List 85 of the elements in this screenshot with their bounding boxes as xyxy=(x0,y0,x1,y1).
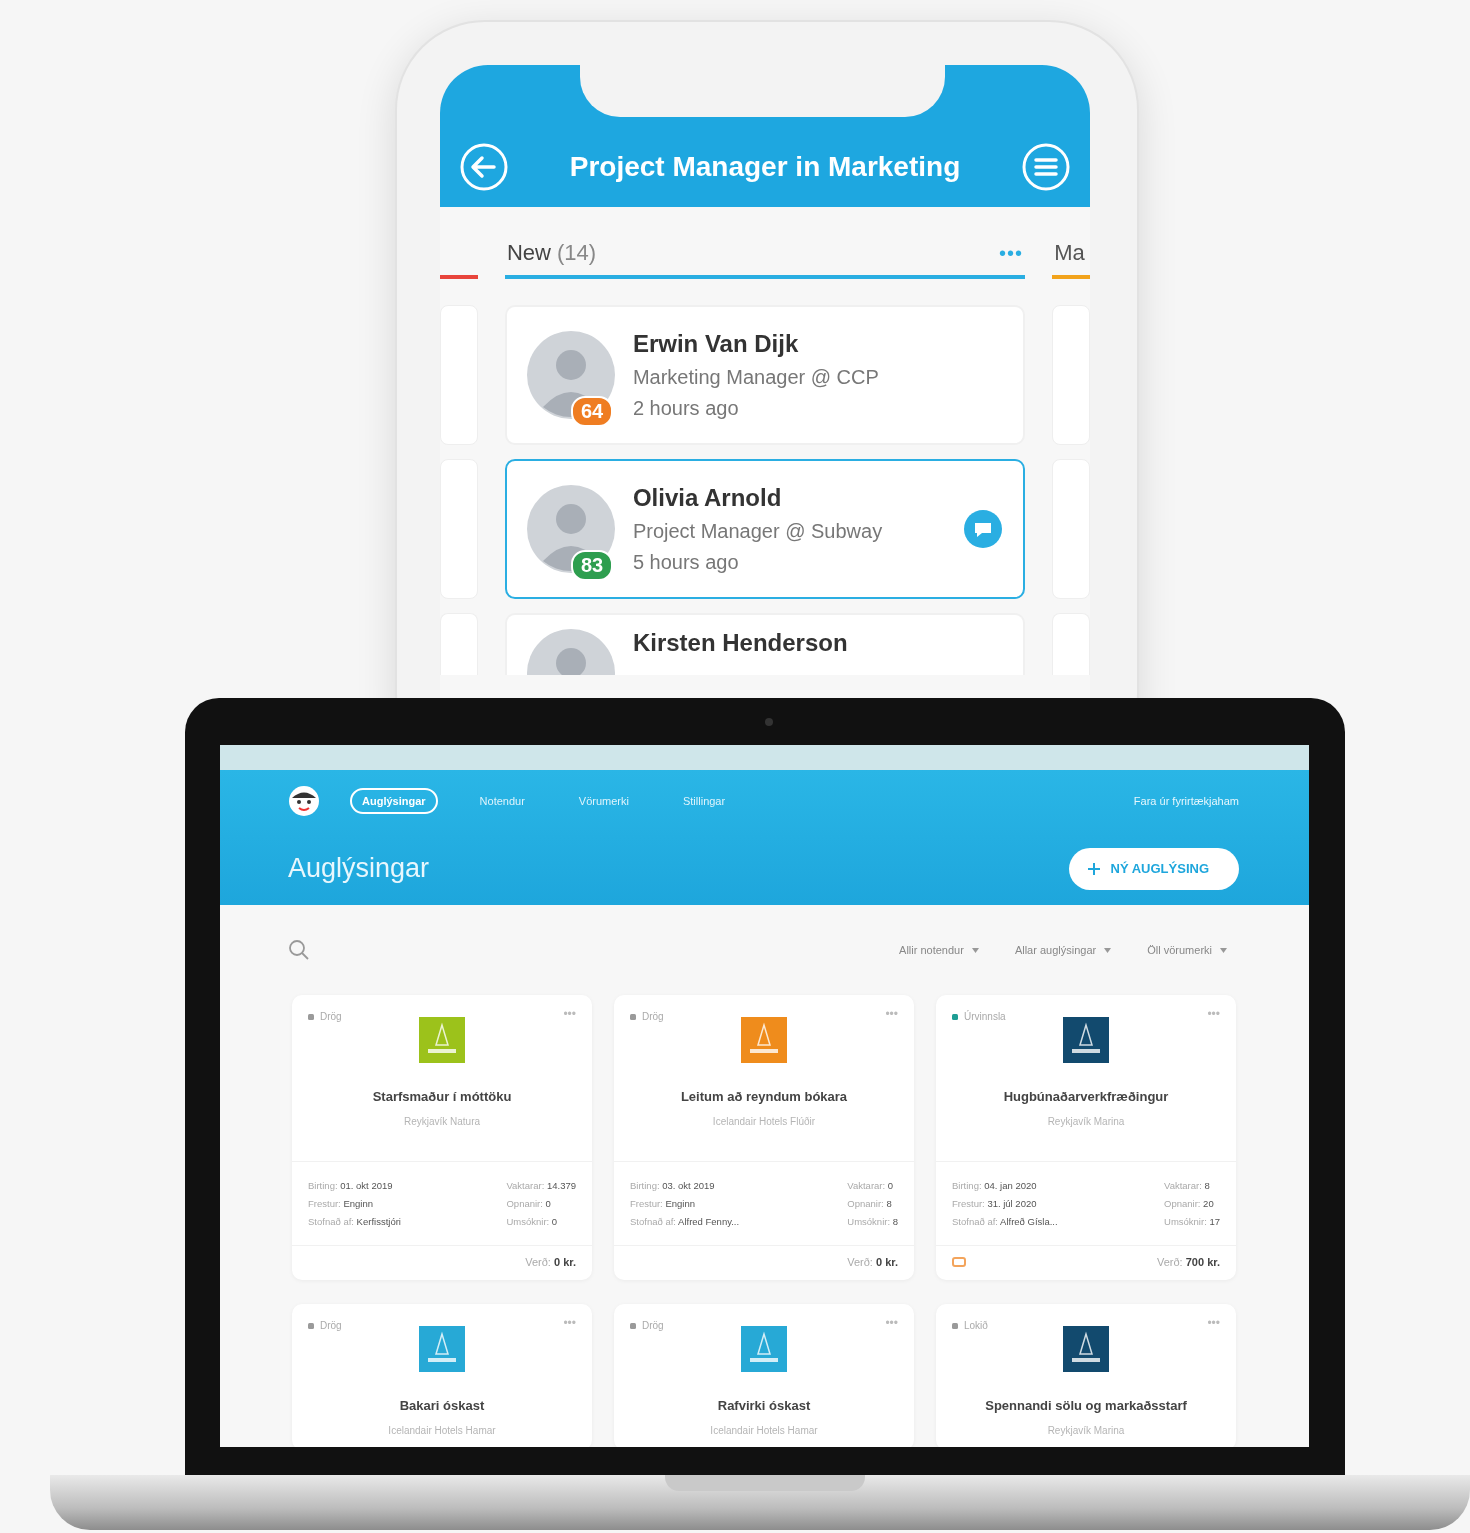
company-name: Reykjavík Marina xyxy=(1047,1116,1125,1127)
page-title: Auglýsingar xyxy=(288,853,430,885)
ad-title: Leitum að reyndum bókara xyxy=(680,1089,848,1104)
status-label: Drög xyxy=(642,1011,664,1022)
caret-icon xyxy=(1104,947,1112,953)
logo-icon[interactable] xyxy=(288,785,320,818)
more-menu[interactable]: ••• xyxy=(1207,1007,1220,1021)
exit-link[interactable]: Fara úr fyrirtækjaham xyxy=(1133,795,1239,808)
filter-dropdown[interactable]: Allar auglýsingar xyxy=(1014,944,1112,956)
time-ago: 2 hours ago xyxy=(632,397,740,420)
candidate-card[interactable]: 64 Erwin Van Dijk Marketing Manager @ CCP 2 hours ago xyxy=(504,305,1026,445)
more-menu[interactable]: ••• xyxy=(563,1316,576,1330)
stat-text: Umsóknir: 17 xyxy=(1164,1216,1220,1227)
ad-card[interactable]: Drög ••• Leitum að reyndum bókara Icelandair Hotels Flúðir Birting: 03. okt 2019 Frestur: Enginn Stofnað af: Alfred Fenny... Vaktarar: 0 Opnanir: 8 Umsóknir: 8 Verð: 0 kr. xyxy=(614,995,914,1280)
company-name: Reykjavík Marina xyxy=(1047,1425,1125,1436)
price-text: Verð: 0 kr. xyxy=(525,1256,576,1268)
more-menu[interactable]: ••• xyxy=(563,1007,576,1021)
stat-text: Opnanir: 20 xyxy=(1164,1198,1215,1209)
candidate-name: Erwin Van Dijk xyxy=(632,330,800,358)
company-name: Icelandair Hotels Hamar xyxy=(388,1425,496,1436)
status-label: Lokið xyxy=(964,1320,988,1331)
more-menu[interactable]: ••• xyxy=(885,1316,898,1330)
more-menu[interactable]: ••• xyxy=(885,1007,898,1021)
stat-text: Umsóknir: 0 xyxy=(506,1216,559,1227)
nav-tab[interactable]: Auglýsingar xyxy=(350,788,438,815)
stat-text: Vaktarar: 0 xyxy=(847,1180,895,1191)
ad-card[interactable]: Drög ••• Starfsmaður í móttöku Reykjavík Natura Birting: 01. okt 2019 Frestur: Enginn Stofnað af: Kerfisstjóri Vaktarar: 14.379 Opnanir: 0 Umsóknir: 0 Verð: 0 kr. xyxy=(292,995,592,1280)
candidate-name: Kirsten Henderson xyxy=(632,629,849,657)
candidate-role: Project Manager @ Subway xyxy=(632,520,884,543)
search-icon[interactable] xyxy=(288,939,310,961)
caret-icon xyxy=(1220,947,1227,953)
ad-title: Starfsmaður í móttöku xyxy=(372,1089,512,1104)
price-text: Verð: 700 kr. xyxy=(1157,1256,1220,1268)
status-label: Úrvinnsla xyxy=(964,1011,1006,1022)
candidate-card[interactable]: 83 Olivia Arnold Project Manager @ Subway 5 hours ago xyxy=(504,459,1026,599)
screen-title: Project Manager in Marketing xyxy=(569,151,961,183)
detail-text: Stofnað af: Alfreð Gísla... xyxy=(952,1216,1058,1227)
detail-text: Birting: 04. jan 2020 xyxy=(952,1180,1038,1191)
filter-dropdown[interactable]: Allir notendur xyxy=(899,944,979,956)
camera-dot xyxy=(765,718,773,726)
plus-icon xyxy=(1086,861,1101,876)
status-label: Drög xyxy=(320,1320,342,1331)
nav-tab[interactable]: Notendur xyxy=(467,788,537,815)
detail-text: Frestur: Enginn xyxy=(630,1198,696,1209)
column-tab[interactable]: New (14) ••• xyxy=(504,231,1026,279)
candidate-role: Marketing Manager @ CCP xyxy=(632,366,880,389)
ad-card[interactable]: Úrvinnsla ••• Hugbúnaðarverkfræðingur Reykjavík Marina Birting: 04. jan 2020 Frestur: 31. júl 2020 Stofnað af: Alfreð Gísla... Vaktarar: 8 Opnanir: 20 Umsóknir: 17 Verð: 700 kr. xyxy=(936,995,1236,1280)
detail-text: Stofnað af: Kerfisstjóri xyxy=(308,1216,401,1227)
detail-text: Stofnað af: Alfred Fenny... xyxy=(630,1216,740,1227)
column-tab[interactable]: Ma xyxy=(1052,231,1090,279)
detail-text: Birting: 03. okt 2019 xyxy=(630,1180,716,1191)
ad-title: Hugbúnaðarverkfræðingur xyxy=(1003,1089,1169,1104)
score-badge: 64 xyxy=(570,396,614,427)
candidate-card[interactable]: Kirsten Henderson xyxy=(504,613,1026,675)
detail-text: Frestur: Enginn xyxy=(308,1198,374,1209)
stat-text: Vaktarar: 14.379 xyxy=(506,1180,576,1191)
stat-text: Opnanir: 0 xyxy=(506,1198,552,1209)
company-name: Reykjavík Natura xyxy=(403,1116,481,1127)
detail-text: Birting: 01. okt 2019 xyxy=(308,1180,394,1191)
status-label: Drög xyxy=(320,1011,342,1022)
new-ad-button[interactable]: NÝ AUGLÝSING xyxy=(1068,847,1239,890)
stat-text: Vaktarar: 8 xyxy=(1164,1180,1211,1191)
ad-title: Spennandi sölu og markaðsstarf xyxy=(985,1398,1187,1413)
ad-card[interactable]: Lokið ••• Spennandi sölu og markaðsstarf Reykjavík Marina xyxy=(936,1304,1236,1447)
menu-icon[interactable] xyxy=(1022,143,1070,191)
time-ago: 5 hours ago xyxy=(632,551,740,574)
company-name: Icelandair Hotels Hamar xyxy=(710,1425,818,1436)
more-menu[interactable]: ••• xyxy=(1207,1316,1220,1330)
candidate-name: Olivia Arnold xyxy=(632,484,783,512)
detail-text: Frestur: 31. júl 2020 xyxy=(952,1198,1038,1209)
price-text: Verð: 0 kr. xyxy=(847,1256,898,1268)
stat-text: Umsóknir: 8 xyxy=(847,1216,898,1227)
nav-tab[interactable]: Vörumerki xyxy=(566,788,641,815)
company-name: Icelandair Hotels Flúðir xyxy=(712,1116,816,1127)
status-label: Drög xyxy=(642,1320,664,1331)
ad-title: Rafvirki óskast xyxy=(717,1398,811,1413)
filter-dropdown[interactable]: Öll vörumerki xyxy=(1147,944,1227,956)
ad-card[interactable]: Drög ••• Rafvirki óskast Icelandair Hotels Hamar xyxy=(614,1304,914,1447)
stat-text: Opnanir: 8 xyxy=(847,1198,893,1209)
score-badge: 83 xyxy=(570,550,614,581)
nav-tab[interactable]: Stillingar xyxy=(670,788,738,815)
ad-card[interactable]: Drög ••• Bakari óskast Icelandair Hotels Hamar xyxy=(292,1304,592,1447)
chat-icon[interactable] xyxy=(963,509,1004,549)
caret-icon xyxy=(971,947,979,953)
ad-title: Bakari óskast xyxy=(399,1398,485,1413)
